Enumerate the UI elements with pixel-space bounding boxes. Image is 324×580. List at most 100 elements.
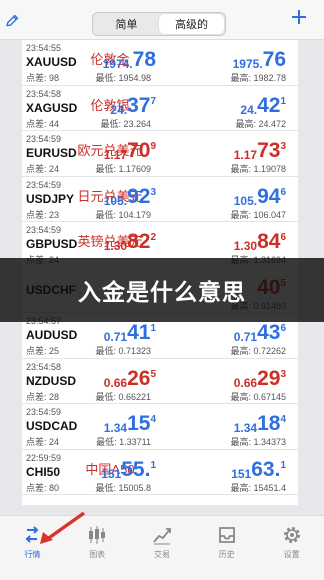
bid-price: 0.66 26 5	[104, 367, 156, 390]
high-price: 最高: 1.19078	[230, 164, 286, 174]
segment-simple[interactable]: 简单	[94, 14, 159, 34]
high-price: 最高: 24.472	[235, 118, 286, 129]
ask-price-prefix: 24.	[240, 102, 258, 117]
tab-label: 图表	[89, 550, 106, 559]
quote-spread: 点差: 24	[26, 164, 60, 174]
bid-price: 105. 92 3	[104, 185, 156, 208]
ask-price-prefix: 151	[231, 466, 252, 481]
bid-price-big: 92	[127, 184, 151, 208]
inbox-history-icon	[218, 527, 235, 543]
bid-price: 0.71 41 1	[104, 321, 156, 344]
quote-time: 23:54:59	[26, 134, 62, 144]
ask-price: 151 63. 1	[231, 458, 286, 481]
bid-price-big: 37	[127, 93, 151, 117]
ask-price-big: 76	[262, 48, 286, 71]
ask-price: 0.71 43 6	[234, 321, 286, 344]
low-price: 最低: 1954.98	[95, 73, 151, 83]
quote-row[interactable]: 23:54:58 XAGUSD 点差: 44 伦敦银 24. 37 7 24. 42 1 最低: 2…	[22, 86, 298, 131]
ask-price-sup: 1	[280, 95, 286, 107]
segment-advanced[interactable]: 高级的	[159, 14, 224, 34]
tab-history[interactable]: 历史	[194, 524, 259, 580]
tab-label: 历史	[218, 550, 235, 559]
quote-row[interactable]: 23:54:59 EURUSD 点差: 24 欧元兑美元 1.17 70 9 1.17 73 3 最…	[22, 131, 298, 177]
bid-price-sup: 5	[150, 368, 156, 380]
quote-time: 22:59:59	[26, 452, 62, 463]
low-price: 最低: 0.66221	[95, 391, 151, 402]
bid-price-sup: 4	[150, 414, 156, 425]
quote-spread: 点差: 25	[26, 346, 60, 356]
bid-price-prefix: 1974.	[102, 57, 133, 71]
candlestick-chart-icon	[89, 526, 106, 544]
bid-price-big: 78	[132, 48, 156, 71]
bid-price-big: 15	[127, 412, 151, 435]
bid-price-prefix: 1.17	[103, 148, 128, 162]
ask-price-sup: 4	[280, 414, 286, 425]
ask-price-big: 63.	[251, 457, 281, 481]
overlay-banner: 入金是什么意思	[0, 258, 324, 322]
quote-time: 23:54:59	[26, 225, 62, 235]
quote-time: 23:54:59	[26, 179, 62, 190]
bid-price: 151 55. 1	[101, 458, 156, 481]
high-price: 最高: 106.047	[230, 209, 286, 220]
high-price: 最高: 1.34373	[230, 437, 286, 447]
bid-price-prefix: 1.30	[103, 239, 128, 253]
bid-price-prefix: 1.34	[103, 421, 128, 435]
ask-price-big: 94	[257, 184, 281, 208]
tab-label: 行情	[24, 550, 41, 559]
quote-symbol: GBPUSD	[26, 237, 78, 251]
quote-row[interactable]: 23:54:58 NZDUSD 点差: 28 0.66 26 5 0.66 29 3 最低: 0.…	[22, 359, 298, 404]
bid-price-prefix: 0.71	[103, 330, 128, 344]
bid-price-prefix: 24.	[110, 102, 128, 117]
quote-spread: 点差: 44	[26, 118, 60, 129]
ask-price-sup: 6	[280, 323, 286, 334]
ask-price: 1.30 84 6	[234, 230, 286, 253]
tab-settings[interactable]: 设置	[259, 524, 324, 580]
ask-price-sup: 6	[280, 186, 286, 198]
bid-price-sup: 1	[150, 459, 156, 471]
ask-price-prefix: 105.	[233, 193, 258, 208]
ask-price: 1.34 18 4	[234, 412, 286, 435]
ask-price-big: 18	[257, 412, 281, 435]
ask-price-sup: 1	[280, 459, 286, 471]
bid-price: 1.17 70 9	[104, 139, 156, 162]
ask-price-big: 29	[257, 366, 281, 390]
bid-price-sup: 3	[150, 186, 156, 198]
quote-row[interactable]: 23:54:55 XAUUSD 点差: 98 伦敦金 1974. 78 1975. 76 最低:…	[22, 40, 298, 86]
quote-row[interactable]: 22:59:59 CHI50 点差: 80 中国A50 151 55. 1 151 63. 1 最低…	[22, 450, 298, 495]
quote-time: 23:54:58	[26, 361, 62, 372]
quote-row[interactable]: 23:54:59 USDCAD 点差: 24 1.34 15 4 1.34 18 4 最低: 1.…	[22, 404, 298, 450]
ask-price: 24. 42 1	[240, 94, 286, 117]
quote-spread: 点差: 24	[26, 437, 60, 447]
bid-price-big: 70	[127, 139, 151, 162]
quote-spread: 点差: 23	[26, 209, 60, 220]
ask-price-big: 43	[257, 321, 281, 344]
quote-spread: 点差: 80	[26, 482, 60, 493]
annotation-arrow-icon	[40, 511, 86, 544]
ask-price-prefix: 0.66	[233, 375, 258, 390]
tab-trade[interactable]: 交易	[130, 524, 195, 580]
bid-price: 1.30 82 2	[104, 230, 156, 253]
quote-row[interactable]: 23:54:59 USDJPY 点差: 23 日元兑美元 105. 92 3 105. 94 6 最…	[22, 177, 298, 222]
quote-time: 23:54:58	[26, 88, 62, 99]
tab-label: 设置	[283, 550, 300, 559]
ask-price-prefix: 1.34	[233, 421, 258, 435]
quote-time: 23:54:59	[26, 407, 62, 417]
quote-symbol: CHI50	[26, 464, 61, 479]
banner-title: 入金是什么意思	[78, 279, 246, 305]
low-price: 最低: 104.179	[95, 209, 151, 220]
ask-price-big: 42	[257, 93, 281, 117]
quote-symbol: XAUUSD	[26, 55, 77, 69]
ask-price-big: 73	[257, 139, 281, 162]
bid-price-sup: 2	[150, 232, 156, 243]
pencil-icon[interactable]	[4, 13, 20, 29]
bid-price-big: 41	[127, 321, 151, 344]
low-price: 最低: 1.33711	[96, 437, 151, 447]
quote-symbol: AUDUSD	[26, 328, 78, 342]
ask-price-sup: 3	[280, 141, 286, 152]
ask-price: 1975. 76	[233, 48, 286, 71]
ask-price-big: 84	[257, 230, 281, 253]
high-price: 最高: 0.67145	[230, 391, 286, 402]
top-navigation-bar: 简单 高级的	[0, 0, 324, 40]
plus-icon[interactable]	[292, 10, 306, 24]
tab-label: 交易	[153, 550, 170, 559]
